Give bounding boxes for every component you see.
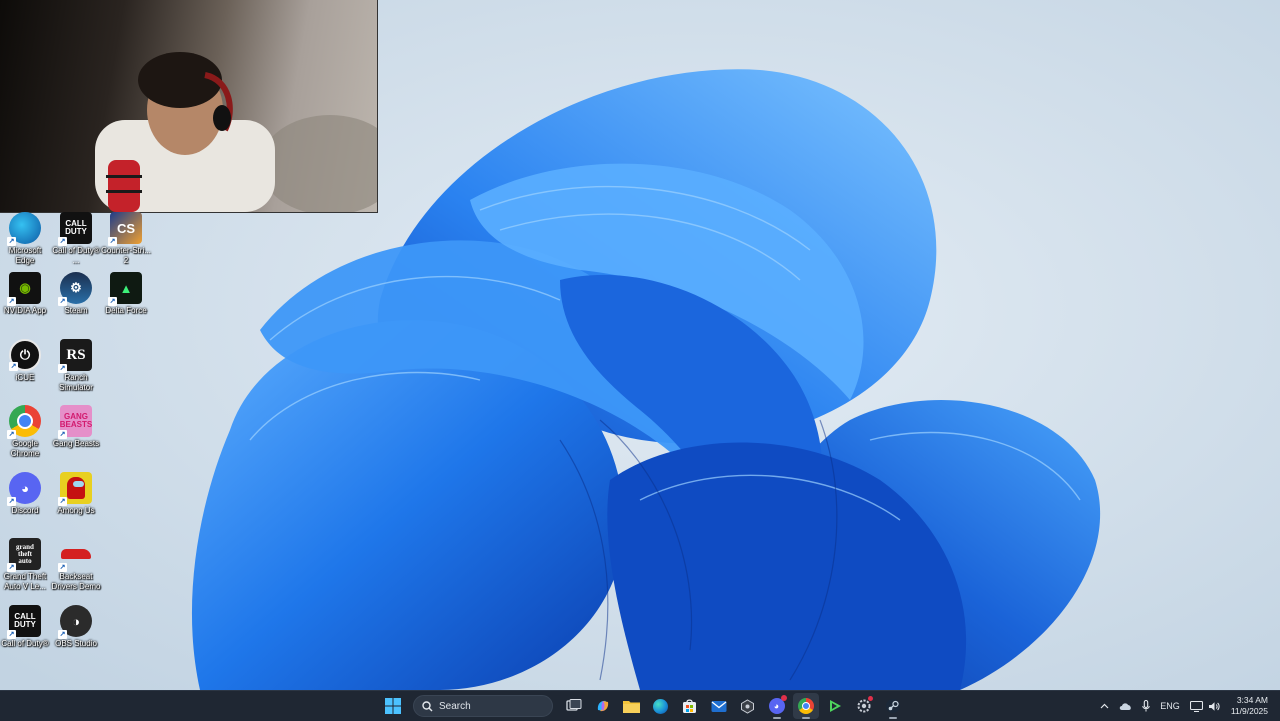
desktop-icon-delta-force[interactable]: ▲ ↗ Delta Force [101, 272, 151, 316]
taskbar: Search ◕ ENG 3:34 AM 11/9/2025 [0, 690, 1280, 721]
among-us-icon: ↗ [58, 472, 92, 506]
edge-icon [653, 698, 668, 714]
chevron-up-icon[interactable] [1100, 703, 1109, 709]
desktop-icon-icue[interactable]: ⏻ ↗ iCUE [0, 339, 50, 383]
start-button[interactable] [380, 693, 406, 719]
desktop-icon-label: Call of Duty® ... [52, 246, 100, 265]
ranch-simulator-icon: RS ↗ [58, 339, 92, 373]
call-of-duty-icon: CALL DUTY ↗ [58, 212, 92, 246]
mail-icon [711, 701, 726, 712]
desktop-icon-label: Discord [11, 506, 39, 515]
desktop-icon-grid: ↗ Microsoft Edge CALL DUTY ↗ Call of Duty®… [0, 212, 160, 682]
volume-icon[interactable] [1208, 701, 1220, 712]
game-launcher-button[interactable] [822, 693, 848, 719]
desktop-icon-label: Ranch Simulator [59, 373, 93, 392]
clock-time: 3:34 AM [1236, 695, 1268, 705]
steam-taskbar-button[interactable] [880, 693, 906, 719]
onedrive-icon[interactable] [1119, 702, 1132, 711]
icue-icon: ⏻ ↗ [9, 339, 41, 371]
desktop-icon-label: Call of Duty® [1, 639, 49, 648]
app-button[interactable] [735, 693, 761, 719]
desktop-icon-label: NVIDIA App [3, 306, 47, 315]
call-of-duty-icon: CALL DUTY ↗ [7, 605, 41, 639]
notification-badge [780, 695, 787, 701]
desktop-icon-label: Gang Beasts [52, 439, 100, 448]
webcam-overlay [0, 0, 378, 213]
gta-icon: grand theft auto ↗ [7, 538, 41, 572]
steam-icon: ⚙ ↗ [58, 272, 92, 306]
copilot-button[interactable] [590, 693, 616, 719]
desktop-icon-label: Microsoft Edge [8, 246, 42, 265]
taskbar-search-box[interactable]: Search [413, 695, 553, 717]
chrome-taskbar-button[interactable] [792, 693, 819, 719]
discord-icon: ◕ ↗ [7, 472, 41, 506]
desktop-icon-label: Delta Force [105, 306, 147, 315]
file-explorer-icon [623, 701, 640, 713]
nvidia-icon: ◉ ↗ [7, 272, 41, 306]
windows-start-icon [384, 698, 401, 714]
desktop-icon-label: Steam [64, 306, 88, 315]
desktop-icon-label: Backseat Drivers Demo [51, 572, 101, 591]
app-icon [741, 698, 754, 714]
language-indicator[interactable]: ENG [1160, 701, 1180, 711]
task-view-button[interactable] [561, 693, 587, 719]
desktop-icon-label: OBS Studio [55, 639, 97, 648]
desktop-icon-label: Google Chrome [10, 439, 40, 458]
desktop-icon-backseat-drivers[interactable]: ↗ Backseat Drivers Demo [51, 538, 101, 592]
clock-date: 11/9/2025 [1230, 706, 1268, 716]
chrome-icon [797, 698, 814, 714]
desktop-icon-label: Grand Theft Auto V Le... [3, 572, 47, 591]
store-button[interactable] [677, 693, 703, 719]
desktop-icon-ranch-simulator[interactable]: RS ↗ Ranch Simulator [51, 339, 101, 393]
desktop-icon-gta-v[interactable]: grand theft auto ↗ Grand Theft Auto V Le... [0, 538, 50, 592]
desktop-icon-steam[interactable]: ⚙ ↗ Steam [51, 272, 101, 316]
desktop-icon-among-us[interactable]: ↗ Among Us [51, 472, 101, 516]
search-icon [422, 700, 433, 711]
obs-icon: ◑ ↗ [58, 605, 92, 639]
clock[interactable]: 3:34 AM 11/9/2025 [1231, 695, 1268, 717]
backseat-drivers-icon: ↗ [58, 538, 92, 572]
desktop-icon-microsoft-edge[interactable]: ↗ Microsoft Edge [0, 212, 50, 266]
discord-taskbar-button[interactable]: ◕ [764, 693, 790, 719]
gang-beasts-icon: GANG BEASTS ↗ [58, 405, 92, 439]
desktop-icon-label: Among Us [57, 506, 95, 515]
file-explorer-button[interactable] [619, 693, 645, 719]
store-icon [683, 698, 696, 713]
desktop-icon-google-chrome[interactable]: ↗ Google Chrome [0, 405, 50, 459]
desktop-icon-label: Counter-Stri... 2 [101, 246, 151, 265]
settings-button[interactable] [851, 693, 877, 719]
edge-icon: ↗ [7, 212, 41, 246]
edge-taskbar-button[interactable] [648, 693, 674, 719]
network-icon[interactable] [1189, 700, 1203, 712]
steam-icon [885, 699, 900, 713]
delta-force-icon: ▲ ↗ [108, 272, 142, 306]
copilot-icon [597, 700, 608, 712]
notification-badge [867, 696, 873, 701]
task-view-icon [565, 699, 581, 711]
game-launcher-icon [829, 700, 841, 712]
taskbar-center: Search ◕ [378, 691, 907, 721]
search-placeholder: Search [439, 700, 471, 712]
desktop-icon-nvidia-app[interactable]: ◉ ↗ NVIDIA App [0, 272, 50, 316]
desktop-icon-call-of-duty-2[interactable]: CALL DUTY ↗ Call of Duty® [0, 605, 50, 649]
desktop-icon-gang-beasts[interactable]: GANG BEASTS ↗ Gang Beasts [51, 405, 101, 449]
desktop-icon-discord[interactable]: ◕ ↗ Discord [0, 472, 50, 516]
desktop-icon-label: iCUE [15, 373, 35, 382]
chrome-icon: ↗ [7, 405, 41, 439]
counter-strike-icon: CS ↗ [108, 212, 142, 246]
desktop-icon-call-of-duty[interactable]: CALL DUTY ↗ Call of Duty® ... [51, 212, 101, 266]
mail-button[interactable] [706, 693, 732, 719]
microphone-icon[interactable] [1142, 700, 1150, 712]
desktop-icon-obs-studio[interactable]: ◑ ↗ OBS Studio [51, 605, 101, 649]
desktop-icon-counter-strike[interactable]: CS ↗ Counter-Stri... 2 [101, 212, 151, 266]
system-tray: ENG 3:34 AM 11/9/2025 [1095, 691, 1280, 721]
